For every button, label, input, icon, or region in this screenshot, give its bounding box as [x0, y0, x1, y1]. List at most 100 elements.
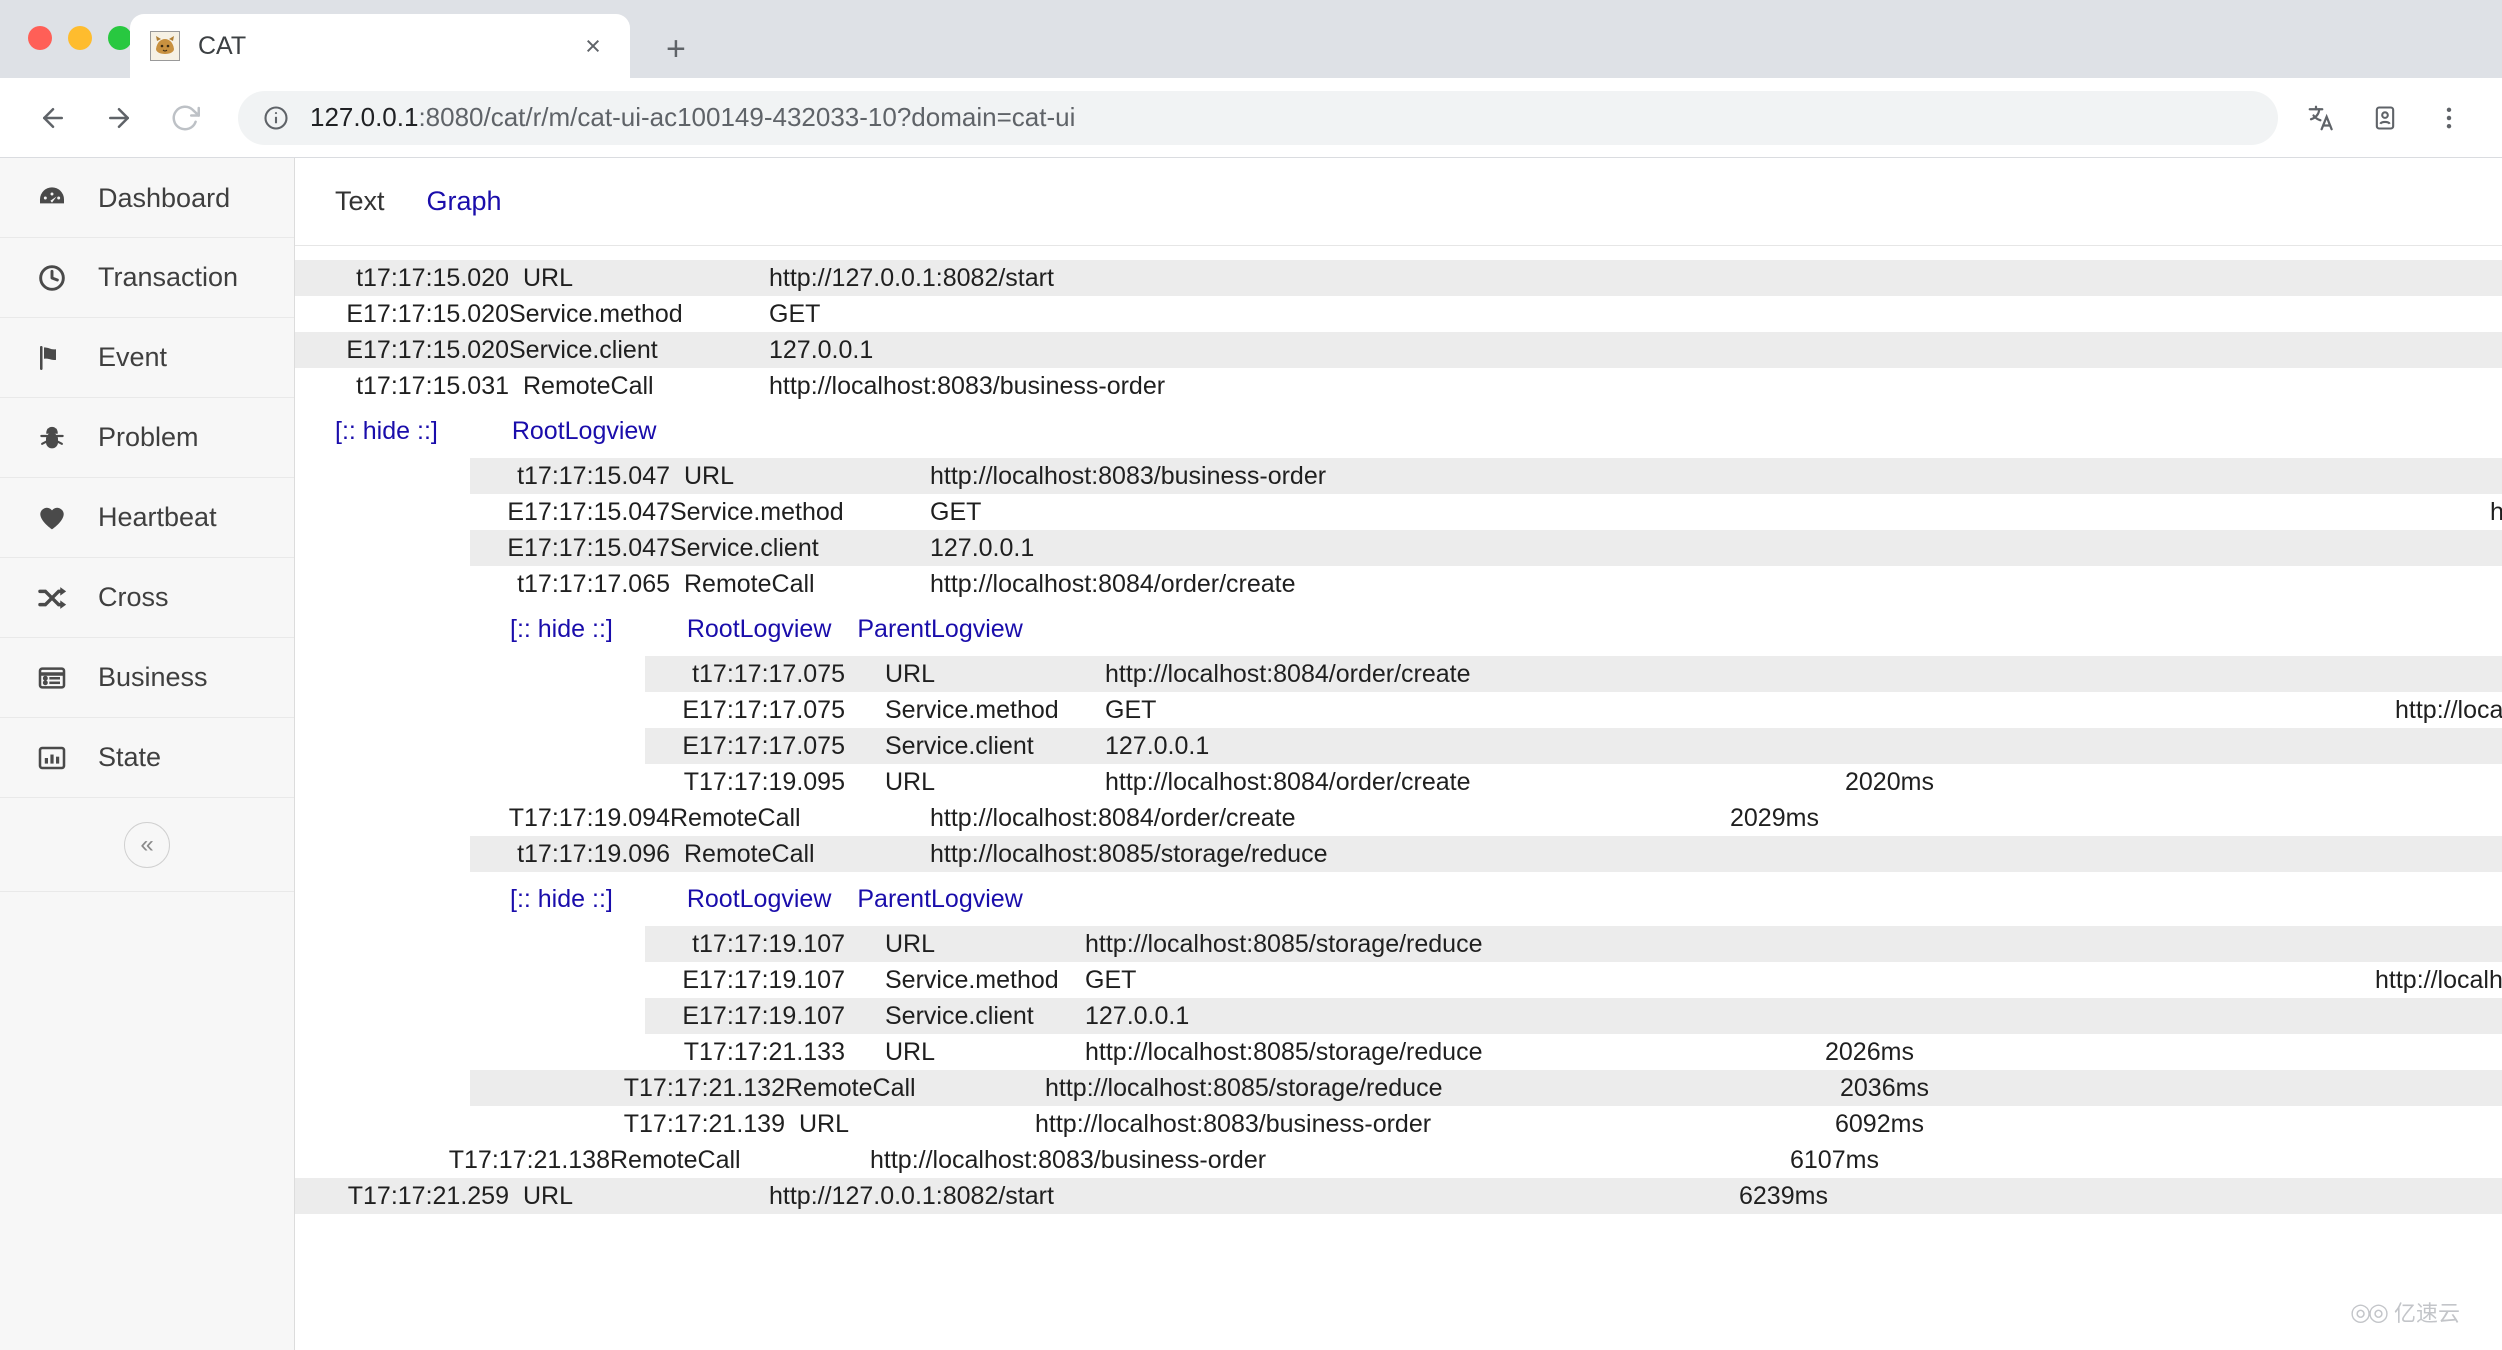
nested-block-level-2b: t17:17:19.107 URL http://localhost:8085/… — [470, 926, 2502, 1070]
table-row[interactable]: T17:17:21.138 RemoteCall http://localhos… — [295, 1142, 2502, 1178]
table-row[interactable]: t17:17:17.075 URL http://localhost:8084/… — [645, 656, 2502, 692]
profile-icon[interactable] — [2358, 91, 2412, 145]
new-tab-button[interactable]: + — [666, 32, 686, 66]
sidebar-item-transaction[interactable]: Transaction — [0, 238, 294, 318]
close-window-button[interactable] — [28, 26, 52, 50]
dashboard-gauge-icon — [30, 182, 74, 214]
maximize-window-button[interactable] — [108, 26, 132, 50]
table-row[interactable]: E17:17:19.107 Service.client 127.0.0.1 — [645, 998, 2502, 1034]
three-dot-menu-icon[interactable] — [2422, 91, 2476, 145]
log-timestamp: E17:17:15.020 — [309, 332, 509, 368]
log-value: http://localhost:8084/order/create — [850, 566, 1570, 602]
browser-tab[interactable]: CAT × — [130, 14, 630, 78]
browser-toolbar: 127.0.0.1:8080/cat/r/m/cat-ui-ac100149-4… — [0, 78, 2502, 158]
tab-title: CAT — [198, 32, 576, 61]
log-type: URL — [509, 1178, 689, 1214]
table-row[interactable]: t17:17:19.107 URL http://localhost:8085/… — [645, 926, 2502, 962]
back-arrow-icon[interactable] — [26, 91, 80, 145]
table-row[interactable]: t17:17:19.096 RemoteCall http://localhos… — [470, 836, 2502, 872]
log-type: URL — [670, 458, 850, 494]
hide-toggle-link[interactable]: [:: hide ::] — [510, 885, 613, 914]
table-row[interactable]: E17:17:15.047 Service.client 127.0.0.1 — [470, 530, 2502, 566]
log-value: http://localhost:8083/business-order — [790, 1142, 1510, 1178]
hide-toggle-link[interactable]: [:: hide ::] — [335, 417, 438, 446]
double-chevron-left-icon[interactable]: « — [124, 822, 170, 868]
log-duration: 2026ms — [1745, 1034, 2005, 1070]
sidebar: Dashboard Transaction Event — [0, 158, 295, 1350]
sidebar-item-state[interactable]: State — [0, 718, 294, 798]
log-timestamp: t17:17:19.096 — [470, 836, 670, 872]
tab-graph[interactable]: Graph — [427, 186, 502, 217]
log-duration: 2020ms — [1745, 764, 2005, 800]
log-timestamp: t17:17:15.047 — [470, 458, 670, 494]
reload-arrow-icon[interactable] — [158, 91, 212, 145]
table-row[interactable]: E17:17:15.020 Service.method GET http://… — [295, 296, 2502, 332]
main-content: Text Graph t17:17:15.020 URL http://127.… — [295, 158, 2502, 1350]
forward-arrow-icon[interactable] — [92, 91, 146, 145]
sidebar-item-label: Business — [98, 662, 208, 693]
log-value: http://127.0.0.1:8082/start — [689, 260, 1409, 296]
table-row[interactable]: T17:17:21.259 URL http://127.0.0.1:8082/… — [295, 1178, 2502, 1214]
bar-chart-icon — [30, 742, 74, 774]
table-row[interactable]: T17:17:21.139 URL http://localhost:8083/… — [470, 1106, 2502, 1142]
table-row[interactable]: T17:17:19.094 RemoteCall http://localhos… — [470, 800, 2502, 836]
sidebar-item-business[interactable]: Business — [0, 638, 294, 718]
table-row[interactable]: E17:17:19.107 Service.method GET http://… — [645, 962, 2502, 998]
sidebar-item-dashboard[interactable]: Dashboard — [0, 158, 294, 238]
log-value: GET — [850, 494, 1570, 530]
app-body: Dashboard Transaction Event — [0, 158, 2502, 1350]
table-row[interactable]: t17:17:17.065 RemoteCall http://localhos… — [470, 566, 2502, 602]
sidebar-item-label: Heartbeat — [98, 502, 217, 533]
table-row[interactable]: T17:17:19.095 URL http://localhost:8084/… — [645, 764, 2502, 800]
log-value: 127.0.0.1 — [850, 530, 1570, 566]
table-row[interactable]: T17:17:21.132 RemoteCall http://localhos… — [470, 1070, 2502, 1106]
log-type: URL — [845, 764, 1025, 800]
log-value: http://localhost:8085/storage/reduce — [1025, 1034, 1745, 1070]
view-tabs: Text Graph — [295, 158, 2502, 246]
log-value: http://localhost:8084/order/create — [1025, 656, 1745, 692]
root-logview-link[interactable]: RootLogview — [687, 885, 832, 914]
logview-toggle-row: [:: hide ::] RootLogview — [295, 404, 2502, 458]
log-value: 127.0.0.1 — [1025, 998, 1745, 1034]
address-bar[interactable]: 127.0.0.1:8080/cat/r/m/cat-ui-ac100149-4… — [238, 91, 2278, 145]
address-bar-text: 127.0.0.1:8080/cat/r/m/cat-ui-ac100149-4… — [310, 102, 1075, 133]
root-logview-link[interactable]: RootLogview — [512, 417, 657, 446]
minimize-window-button[interactable] — [68, 26, 92, 50]
table-row[interactable]: E17:17:15.020 Service.client 127.0.0.1 — [295, 332, 2502, 368]
logview-toggle-row: [:: hide ::] RootLogview ParentLogview — [470, 602, 2502, 656]
browser-window: CAT × + 127.0.0.1:8080/cat/r/m/cat-ui-ac… — [0, 0, 2502, 1350]
parent-logview-link[interactable]: ParentLogview — [857, 885, 1022, 914]
table-row[interactable]: t17:17:15.031 RemoteCall http://localhos… — [295, 368, 2502, 404]
window-traffic-lights — [28, 26, 132, 50]
sidebar-item-heartbeat[interactable]: Heartbeat — [0, 478, 294, 558]
sidebar-item-event[interactable]: Event — [0, 318, 294, 398]
sidebar-item-label: Transaction — [98, 262, 238, 293]
parent-logview-link[interactable]: ParentLogview — [857, 615, 1022, 644]
table-row[interactable]: T17:17:21.133 URL http://localhost:8085/… — [645, 1034, 2502, 1070]
log-timestamp: t17:17:15.020 — [309, 260, 509, 296]
logview-toggle-row: [:: hide ::] RootLogview ParentLogview — [470, 872, 2502, 926]
sidebar-item-cross[interactable]: Cross — [0, 558, 294, 638]
site-info-icon[interactable] — [262, 104, 292, 132]
log-timestamp: E17:17:17.075 — [645, 692, 845, 728]
table-row[interactable]: E17:17:17.075 Service.method GET http://… — [645, 692, 2502, 728]
log-type: Service.method — [845, 962, 1025, 998]
table-row[interactable]: E17:17:17.075 Service.client 127.0.0.1 — [645, 728, 2502, 764]
url-path: :8080/cat/r/m/cat-ui-ac100149-432033-10?… — [418, 102, 1075, 132]
table-row[interactable]: t17:17:15.020 URL http://127.0.0.1:8082/… — [295, 260, 2502, 296]
root-logview-link[interactable]: RootLogview — [687, 615, 832, 644]
log-timestamp: t17:17:17.075 — [645, 656, 845, 692]
shuffle-arrows-icon — [30, 582, 74, 614]
sidebar-item-problem[interactable]: Problem — [0, 398, 294, 478]
hide-toggle-link[interactable]: [:: hide ::] — [510, 615, 613, 644]
translate-icon[interactable] — [2294, 91, 2348, 145]
watermark: ◎◎ 亿速云 — [2350, 1296, 2460, 1328]
log-type: URL — [845, 1034, 1025, 1070]
close-tab-button[interactable]: × — [576, 31, 610, 62]
log-timestamp: T17:17:21.259 — [309, 1178, 509, 1214]
table-row[interactable]: E17:17:15.047 Service.method GET http://… — [470, 494, 2502, 530]
tab-text[interactable]: Text — [335, 186, 385, 217]
table-row[interactable]: t17:17:15.047 URL http://localhost:8083/… — [470, 458, 2502, 494]
log-type: URL — [845, 656, 1025, 692]
log-pane[interactable]: t17:17:15.020 URL http://127.0.0.1:8082/… — [295, 246, 2502, 1350]
